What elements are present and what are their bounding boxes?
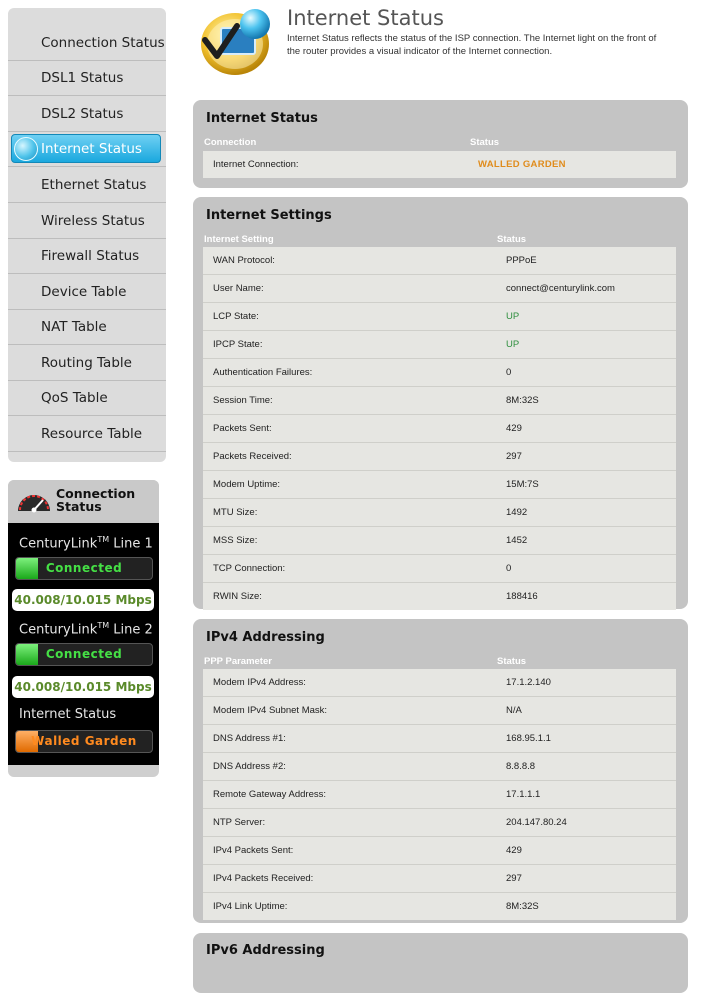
nav-item-label: NAT Table: [41, 319, 107, 335]
line2-label: CenturyLinkTM Line 2: [19, 621, 153, 638]
line1-label: CenturyLinkTM Line 1: [19, 535, 153, 552]
ipv4-addressing-panel: IPv4 Addressing PPP Parameter Status Mod…: [193, 619, 688, 923]
nav-item-routing-table[interactable]: Routing Table: [8, 346, 166, 381]
panel-title: IPv6 Addressing: [206, 943, 325, 958]
sidebar-nav: Connection Status DSL1 Status DSL2 Statu…: [8, 8, 166, 462]
nav-item-ethernet-status[interactable]: Ethernet Status: [8, 168, 166, 203]
table-row: MTU Size: 1492: [203, 499, 676, 527]
table-row: Authentication Failures: 0: [203, 359, 676, 387]
table-row: Internet Connection: WALLED GARDEN: [213, 159, 566, 170]
internet-status-panel: Internet Status Connection Status Intern…: [193, 100, 688, 188]
page-title: Internet Status: [287, 6, 444, 30]
nav-item-resource-table[interactable]: Resource Table: [8, 417, 166, 452]
ipv6-addressing-panel: IPv6 Addressing: [193, 933, 688, 993]
nav-item-label: Wireless Status: [41, 213, 145, 229]
column-header: Status: [470, 137, 500, 148]
line2-status-indicator: Connected: [15, 643, 153, 666]
table-row: Modem Uptime: 15M:7S: [203, 471, 676, 499]
nav-item-label: QoS Table: [41, 390, 108, 406]
table-row: WAN Protocol: PPPoE: [203, 247, 676, 275]
status-table: Internet Connection: WALLED GARDEN: [203, 151, 676, 178]
nav-item-label: Resource Table: [41, 426, 143, 442]
table-row: User Name: connect@centurylink.com: [203, 275, 676, 303]
nav-item-label: Ethernet Status: [41, 177, 147, 193]
nav-item-qos-table[interactable]: QoS Table: [8, 381, 166, 416]
table-row: LCP State: UP: [203, 303, 676, 331]
line2-speed: 40.008/10.015 Mbps: [12, 676, 154, 698]
nav-item-label: DSL1 Status: [41, 70, 124, 86]
page-description: Internet Status reflects the status of t…: [287, 33, 657, 57]
settings-table: WAN Protocol: PPPoE User Name: connect@cen…: [203, 247, 676, 610]
internet-status-indicator: Walled Garden: [15, 730, 153, 753]
widget-body: CenturyLinkTM Line 1 Connected 40.008/10…: [8, 523, 159, 765]
panel-title: Internet Status: [206, 111, 318, 126]
nav-item-device-table[interactable]: Device Table: [8, 275, 166, 310]
nav-item-wireless-status[interactable]: Wireless Status: [8, 204, 166, 239]
widget-header: Connection Status: [8, 480, 159, 523]
nav-item-label: Connection Status: [41, 35, 165, 51]
column-header: Status: [497, 234, 527, 245]
globe-icon: [14, 137, 38, 161]
column-header: Status: [497, 656, 527, 667]
nav-item-label: Firewall Status: [41, 248, 140, 264]
table-row: Modem IPv4 Subnet Mask: N/A: [203, 697, 676, 725]
nav-item-firewall-status[interactable]: Firewall Status: [8, 239, 166, 274]
panel-title: Internet Settings: [206, 208, 332, 223]
column-header: Connection: [204, 137, 257, 148]
nav-item-nat-table[interactable]: NAT Table: [8, 310, 166, 345]
internet-check-icon: [201, 9, 270, 75]
connection-status-widget: Connection Status CenturyLinkTM Line 1 C…: [8, 480, 159, 777]
table-row: Packets Received: 297: [203, 443, 676, 471]
line1-speed: 40.008/10.015 Mbps: [12, 589, 154, 611]
column-header: Internet Setting: [204, 234, 274, 245]
table-row: Session Time: 8M:32S: [203, 387, 676, 415]
table-row: IPv4 Link Uptime: 8M:32S: [213, 901, 539, 912]
table-row: TCP Connection: 0: [203, 555, 676, 583]
table-row: DNS Address #2: 8.8.8.8: [203, 753, 676, 781]
nav-item-label: Device Table: [41, 284, 127, 300]
table-row: IPCP State: UP: [203, 331, 676, 359]
nav-item-label: Internet Status: [41, 141, 142, 157]
table-row: NTP Server: 204.147.80.24: [203, 809, 676, 837]
internet-settings-panel: Internet Settings Internet Setting Statu…: [193, 197, 688, 610]
internet-status-label: Internet Status: [19, 707, 117, 722]
table-row: IPv4 Packets Received: 297: [203, 865, 676, 893]
widget-title: Connection Status: [56, 486, 136, 514]
table-row: Packets Sent: 429: [203, 415, 676, 443]
ipv4-table: Modem IPv4 Address: 17.1.2.140 Modem IPv4…: [203, 669, 676, 920]
table-row: DNS Address #1: 168.95.1.1: [203, 725, 676, 753]
table-row: Remote Gateway Address: 17.1.1.1: [203, 781, 676, 809]
panel-title: IPv4 Addressing: [206, 630, 325, 645]
nav-item-dsl2-status[interactable]: DSL2 Status: [8, 97, 166, 132]
nav-item-internet-status[interactable]: Internet Status: [8, 132, 166, 167]
table-row: IPv4 Packets Sent: 429: [203, 837, 676, 865]
nav-item-connection-status[interactable]: Connection Status: [8, 26, 166, 61]
speedometer-icon: [18, 495, 50, 513]
nav-item-dsl1-status[interactable]: DSL1 Status: [8, 61, 166, 96]
line1-status-indicator: Connected: [15, 557, 153, 580]
table-row: Modem IPv4 Address: 17.1.2.140: [203, 669, 676, 697]
column-header: PPP Parameter: [204, 656, 272, 667]
table-row: RWIN Size: 188416: [213, 591, 538, 602]
nav-item-label: Routing Table: [41, 355, 132, 371]
nav-item-label: DSL2 Status: [41, 106, 124, 122]
table-row: MSS Size: 1452: [203, 527, 676, 555]
